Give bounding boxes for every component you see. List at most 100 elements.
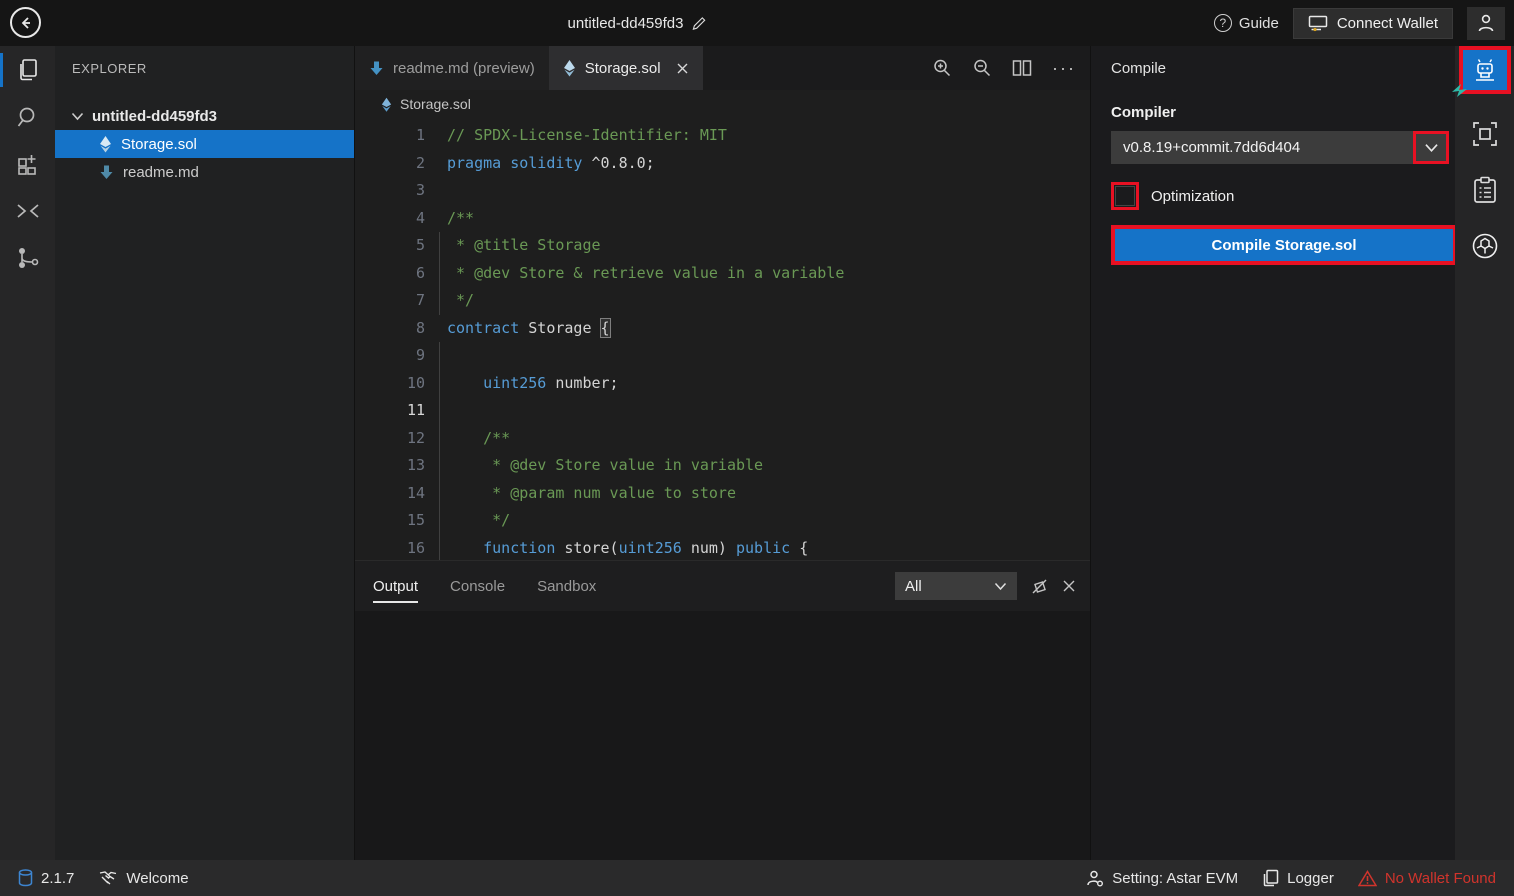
collapse-code-icon [15,201,41,221]
annotation-box-checkbox [1111,182,1139,210]
chevron-down-icon [71,112,84,121]
close-icon [1062,579,1076,593]
clear-icon [1031,578,1048,595]
compile-activity-button[interactable] [1463,50,1507,90]
database-icon [18,869,33,887]
port-activity-button[interactable] [13,243,43,273]
code-line[interactable]: 12 /** [355,425,1090,453]
zoom-out-icon [972,58,992,78]
chevron-down-icon[interactable] [1424,143,1439,153]
code-line[interactable]: 13 * @dev Store value in variable [355,452,1090,480]
compiler-label: Compiler [1111,104,1435,121]
tab-sandbox[interactable]: Sandbox [537,561,596,611]
code-line[interactable]: 16 function store(uint256 num) public { [355,535,1090,561]
compiler-version-value: v0.8.19+commit.7dd6d404 [1123,139,1300,156]
line-number: 9 [355,342,425,370]
code-line[interactable]: 2pragma solidity ^0.8.0; [355,150,1090,178]
output-filter-value: All [905,578,922,595]
line-number: 10 [355,370,425,398]
robot-compiler-icon [1472,57,1498,83]
output-filter-select[interactable]: All [895,572,1017,600]
clipboard-icon [1472,176,1498,204]
tab-readme-md[interactable]: readme.md (preview) [355,46,549,90]
ethereum-icon [381,96,392,113]
network-setting-text: Setting: Astar EVM [1112,870,1238,887]
line-number: 4 [355,205,425,233]
zoom-in-button[interactable] [932,58,952,78]
markdown-icon [99,164,114,180]
split-editor-button[interactable] [1012,59,1032,77]
tab-label: Storage.sol [585,60,661,77]
tab-label: readme.md (preview) [393,60,535,77]
ai-assistant-button[interactable] [1469,230,1501,262]
optimization-checkbox[interactable] [1115,186,1135,206]
tree-item-readme-md[interactable]: readme.md [55,158,354,186]
arrow-left-icon [18,15,34,31]
connect-wallet-button[interactable]: Connect Wallet [1293,8,1453,39]
version-text: 2.1.7 [41,870,74,887]
code-line[interactable]: 6 * @dev Store & retrieve value in a var… [355,260,1090,288]
compile-button[interactable]: Compile Storage.sol [1115,229,1453,261]
code-line[interactable]: 11 [355,397,1090,425]
search-icon [15,104,41,130]
compiler-version-select[interactable]: v0.8.19+commit.7dd6d404 [1111,131,1449,164]
line-number: 7 [355,287,425,315]
network-setting[interactable]: Setting: Astar EVM [1086,869,1238,887]
tab-console[interactable]: Console [450,561,505,611]
help-icon: ? [1214,14,1232,32]
code-line[interactable]: 4/** [355,205,1090,233]
back-button[interactable] [10,7,41,38]
files-icon [15,57,41,83]
version-indicator[interactable]: 2.1.7 [18,869,74,887]
split-editor-icon [1012,59,1032,77]
guide-label: Guide [1239,15,1279,32]
plugins-activity-button[interactable] [13,149,43,179]
close-icon [676,62,689,75]
clear-output-button[interactable] [1031,578,1048,595]
code-line[interactable]: 3 [355,177,1090,205]
search-activity-button[interactable] [13,102,43,132]
tab-output[interactable]: Output [373,561,418,611]
line-number: 16 [355,535,425,561]
code-line[interactable]: 14 * @param num value to store [355,480,1090,508]
scan-activity-button[interactable] [1469,174,1501,206]
deploy-activity-button[interactable] [1469,118,1501,150]
account-button[interactable] [1467,7,1505,40]
code-line[interactable]: 1// SPDX-License-Identifier: MIT [355,122,1090,150]
guide-button[interactable]: ? Guide [1214,14,1279,32]
bottom-panel-tab-bar: Output Console Sandbox All [355,561,1090,611]
breadcrumb[interactable]: Storage.sol [355,90,1090,118]
tab-storage-sol[interactable]: Storage.sol [549,46,703,90]
left-activity-bar [0,46,55,860]
indent-guide [439,232,440,315]
code-line[interactable]: 7 */ [355,287,1090,315]
annotation-box-dropdown [1413,131,1449,164]
logger-button[interactable]: Logger [1262,869,1334,887]
welcome-button[interactable]: Welcome [98,870,188,887]
explorer-activity-button[interactable] [13,55,43,85]
close-panel-button[interactable] [1062,579,1076,593]
line-number: 12 [355,425,425,453]
wallet-warning-text: No Wallet Found [1385,870,1496,887]
tab-close-button[interactable] [676,62,689,75]
wallet-icon [1308,15,1328,32]
extensions-icon [15,151,41,177]
chevron-down-icon [994,582,1007,591]
edit-pencil-icon[interactable] [691,16,706,31]
tree-item-storage-sol[interactable]: Storage.sol [55,130,354,158]
tree-root-folder[interactable]: untitled-dd459fd3 [55,102,354,130]
line-number: 5 [355,232,425,260]
code-editor[interactable]: 1// SPDX-License-Identifier: MIT2pragma … [355,118,1090,560]
zoom-out-button[interactable] [972,58,992,78]
file-label: readme.md [123,164,199,181]
more-actions-button[interactable]: ··· [1052,58,1076,79]
wallet-warning[interactable]: No Wallet Found [1358,870,1496,887]
format-activity-button[interactable] [13,196,43,226]
code-line[interactable]: 5 * @title Storage [355,232,1090,260]
compile-panel-title: Compile [1091,46,1455,90]
code-line[interactable]: 8contract Storage { [355,315,1090,343]
code-line[interactable]: 9 [355,342,1090,370]
code-line[interactable]: 10 uint256 number; [355,370,1090,398]
ethereum-icon [99,134,112,154]
code-line[interactable]: 15 */ [355,507,1090,535]
